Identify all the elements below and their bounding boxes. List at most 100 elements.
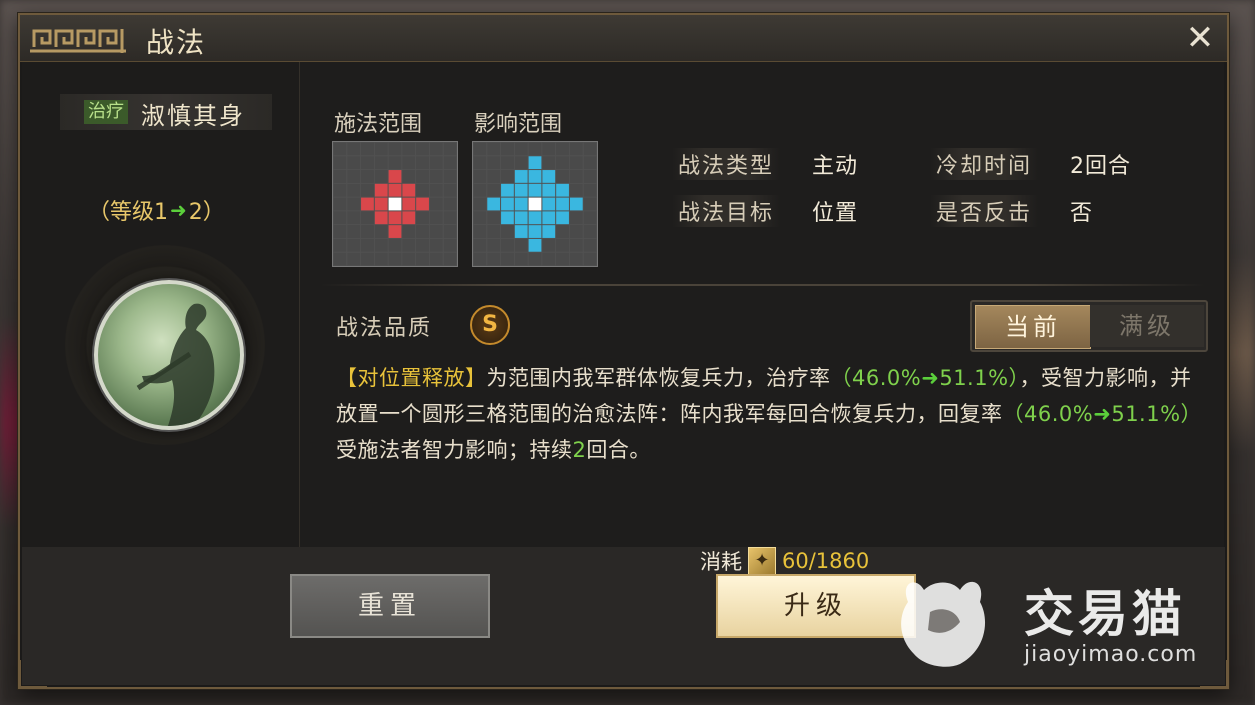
grid-cell	[347, 225, 361, 238]
grid-cell	[528, 170, 542, 183]
grid-cell	[556, 170, 569, 183]
quality-label: 战法品质	[336, 316, 433, 341]
grid-cell	[429, 156, 443, 170]
watermark: 交易猫 jiaoyimao.com	[890, 572, 1220, 672]
grid-cell	[501, 170, 514, 183]
grid-cell	[333, 252, 347, 266]
grid-cell	[569, 156, 583, 170]
grid-cell	[556, 156, 569, 170]
skill-description: 【对位置释放】为范围内我军群体恢复兵力，治疗率（46.0%➜51.1%），受智力…	[336, 360, 1206, 468]
grid-cell	[473, 156, 487, 170]
grid-cell	[388, 211, 402, 225]
grid-cell	[416, 225, 429, 238]
grid-cell	[542, 170, 556, 183]
grid-cell	[556, 225, 569, 238]
skill-target-value: 位置	[812, 201, 859, 226]
grid-cell	[333, 211, 347, 225]
grid-cell	[374, 142, 388, 156]
grid-cell	[514, 197, 528, 211]
desc-duration: 2	[572, 438, 587, 462]
grid-cell	[374, 197, 388, 211]
grid-cell	[569, 183, 583, 197]
grid-cell	[528, 225, 542, 238]
grid-cell	[542, 238, 556, 252]
level-arrow-icon: ➜	[170, 198, 187, 222]
grid-cell	[473, 197, 487, 211]
grid-cell	[347, 170, 361, 183]
grid-cell	[528, 197, 542, 211]
desc-rate1-to: 51.1%）	[939, 366, 1020, 390]
grid-cell	[333, 225, 347, 238]
grid-cell	[473, 225, 487, 238]
desc-text-4: 回合。	[586, 438, 651, 462]
grid-cell	[542, 183, 556, 197]
grid-cell	[542, 252, 556, 266]
grid-cell	[388, 197, 402, 211]
grid-cell	[528, 156, 542, 170]
effect-range-grid-svg	[473, 142, 597, 266]
grid-cell	[374, 183, 388, 197]
grid-cell	[416, 238, 429, 252]
cast-range-grid-svg	[333, 142, 457, 266]
grid-cell	[487, 183, 501, 197]
toggle-max-level[interactable]: 满级	[1090, 305, 1204, 347]
grid-cell	[361, 156, 374, 170]
level-toggle: 当前 满级	[970, 300, 1208, 352]
effect-range-label: 影响范围	[474, 112, 563, 137]
grid-cell	[429, 142, 443, 156]
quality-badge: S	[470, 305, 510, 345]
grid-cell	[514, 156, 528, 170]
desc-arrow-icon: ➜	[1093, 402, 1112, 426]
grid-cell	[569, 142, 583, 156]
grid-cell	[583, 142, 597, 156]
skill-level: （等级1 ➜ 2）	[88, 194, 225, 226]
grid-cell	[542, 197, 556, 211]
title-ornament-icon	[30, 29, 126, 53]
grid-cell	[333, 183, 347, 197]
grid-cell	[514, 225, 528, 238]
grid-cell	[528, 238, 542, 252]
grid-cell	[374, 252, 388, 266]
skill-type-label: 战法类型	[672, 148, 781, 180]
cooldown-label: 冷却时间	[930, 148, 1039, 180]
grid-cell	[514, 238, 528, 252]
watermark-url: jiaoyimao.com	[1024, 642, 1198, 667]
grid-cell	[374, 170, 388, 183]
grid-cell	[402, 142, 416, 156]
grid-cell	[556, 238, 569, 252]
grid-cell	[501, 156, 514, 170]
grid-cell	[487, 238, 501, 252]
skill-target-label: 战法目标	[672, 195, 781, 227]
grid-cell	[388, 183, 402, 197]
close-icon[interactable]: ✕	[1183, 21, 1217, 55]
grid-cell	[347, 142, 361, 156]
grid-cell	[542, 225, 556, 238]
grid-cell	[429, 183, 443, 197]
grid-cell	[528, 183, 542, 197]
skill-portrait	[94, 280, 244, 430]
grid-cell	[583, 252, 597, 266]
grid-cell	[569, 225, 583, 238]
grid-cell	[473, 211, 487, 225]
grid-cell	[583, 183, 597, 197]
watermark-text: 交易猫	[1024, 585, 1186, 643]
desc-rate2-from: （46.0%	[1002, 402, 1094, 426]
grid-cell	[569, 197, 583, 211]
grid-cell	[388, 170, 402, 183]
grid-cell	[388, 225, 402, 238]
grid-cell	[528, 142, 542, 156]
grid-cell	[374, 211, 388, 225]
toggle-current[interactable]: 当前	[975, 305, 1091, 349]
reset-button[interactable]: 重置	[290, 574, 490, 638]
skill-type-value: 主动	[812, 154, 859, 179]
grid-cell	[361, 197, 374, 211]
grid-cell	[501, 142, 514, 156]
grid-cell	[402, 183, 416, 197]
skill-category-tag: 治疗	[84, 100, 128, 124]
grid-cell	[443, 252, 457, 266]
grid-cell	[569, 238, 583, 252]
grid-cell	[416, 183, 429, 197]
upgrade-button[interactable]: 升级	[716, 574, 916, 638]
desc-rate2-to: 51.1%）	[1111, 402, 1203, 426]
grid-cell	[416, 211, 429, 225]
